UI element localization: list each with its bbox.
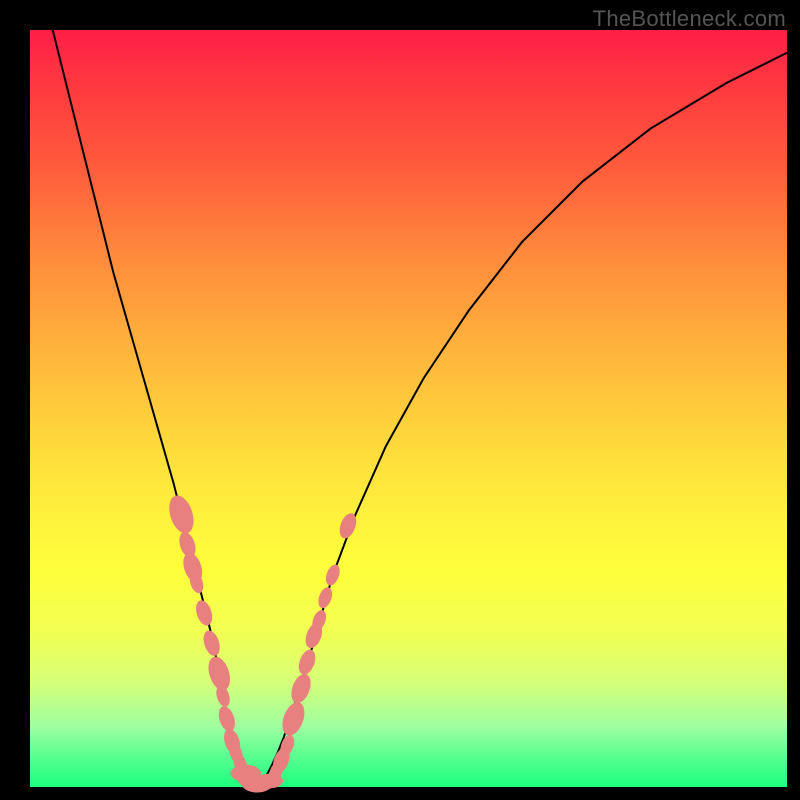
scatter-point (278, 699, 308, 738)
right-curve (257, 53, 787, 787)
scatter-point (323, 563, 342, 588)
scatter-point (216, 704, 238, 733)
scatter-point (296, 647, 319, 677)
scatter-point (214, 684, 232, 709)
scatter-point (316, 585, 335, 610)
scatter-point (288, 671, 315, 706)
scatter-point (201, 628, 223, 657)
chart-frame: TheBottleneck.com (0, 0, 800, 800)
watermark-label: TheBottleneck.com (593, 6, 786, 32)
scatter-points (165, 492, 359, 792)
plot-area (30, 30, 787, 787)
scatter-point (193, 598, 215, 627)
scatter-point (165, 492, 198, 536)
curve-layer (30, 30, 787, 787)
